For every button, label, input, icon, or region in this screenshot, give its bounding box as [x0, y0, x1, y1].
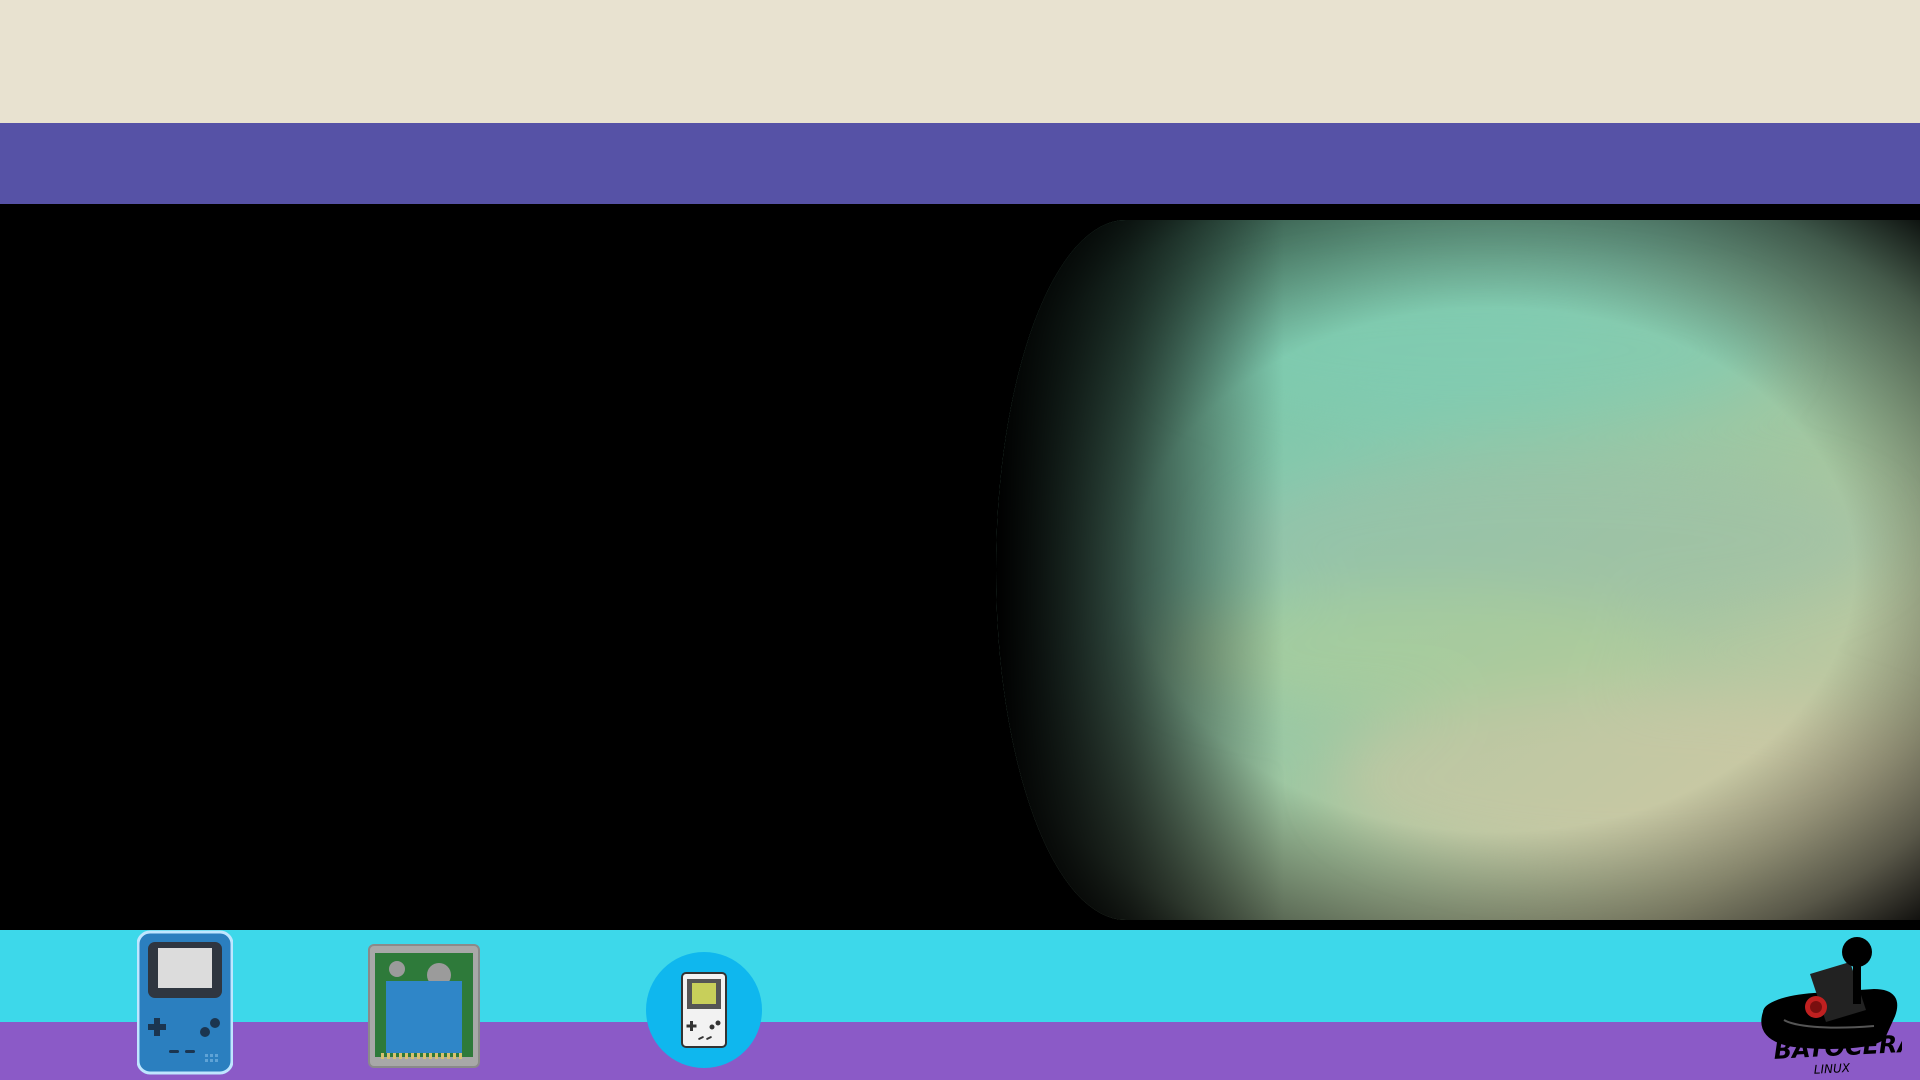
- system-bar: [0, 930, 1920, 1080]
- system-bar-bottom-strip: [0, 1022, 1920, 1080]
- gameboy-icon[interactable]: [645, 951, 763, 1069]
- game-preview-screen: [996, 220, 1920, 920]
- batocera-logo: BATOCERA LINUX: [1761, 937, 1902, 1076]
- emulation-frontend-screen: BATOCERA LINUX: [0, 0, 1920, 1080]
- preview-blur-image: [996, 220, 1920, 920]
- game-cartridge-icon[interactable]: [367, 943, 481, 1069]
- top-banner: [0, 0, 1920, 123]
- main-content-area: [0, 204, 1920, 930]
- header-bar: [0, 123, 1920, 204]
- gameboy-color-icon[interactable]: [137, 930, 233, 1075]
- logo-subtext: LINUX: [1813, 1061, 1851, 1076]
- system-bar-top-strip: [0, 930, 1920, 1022]
